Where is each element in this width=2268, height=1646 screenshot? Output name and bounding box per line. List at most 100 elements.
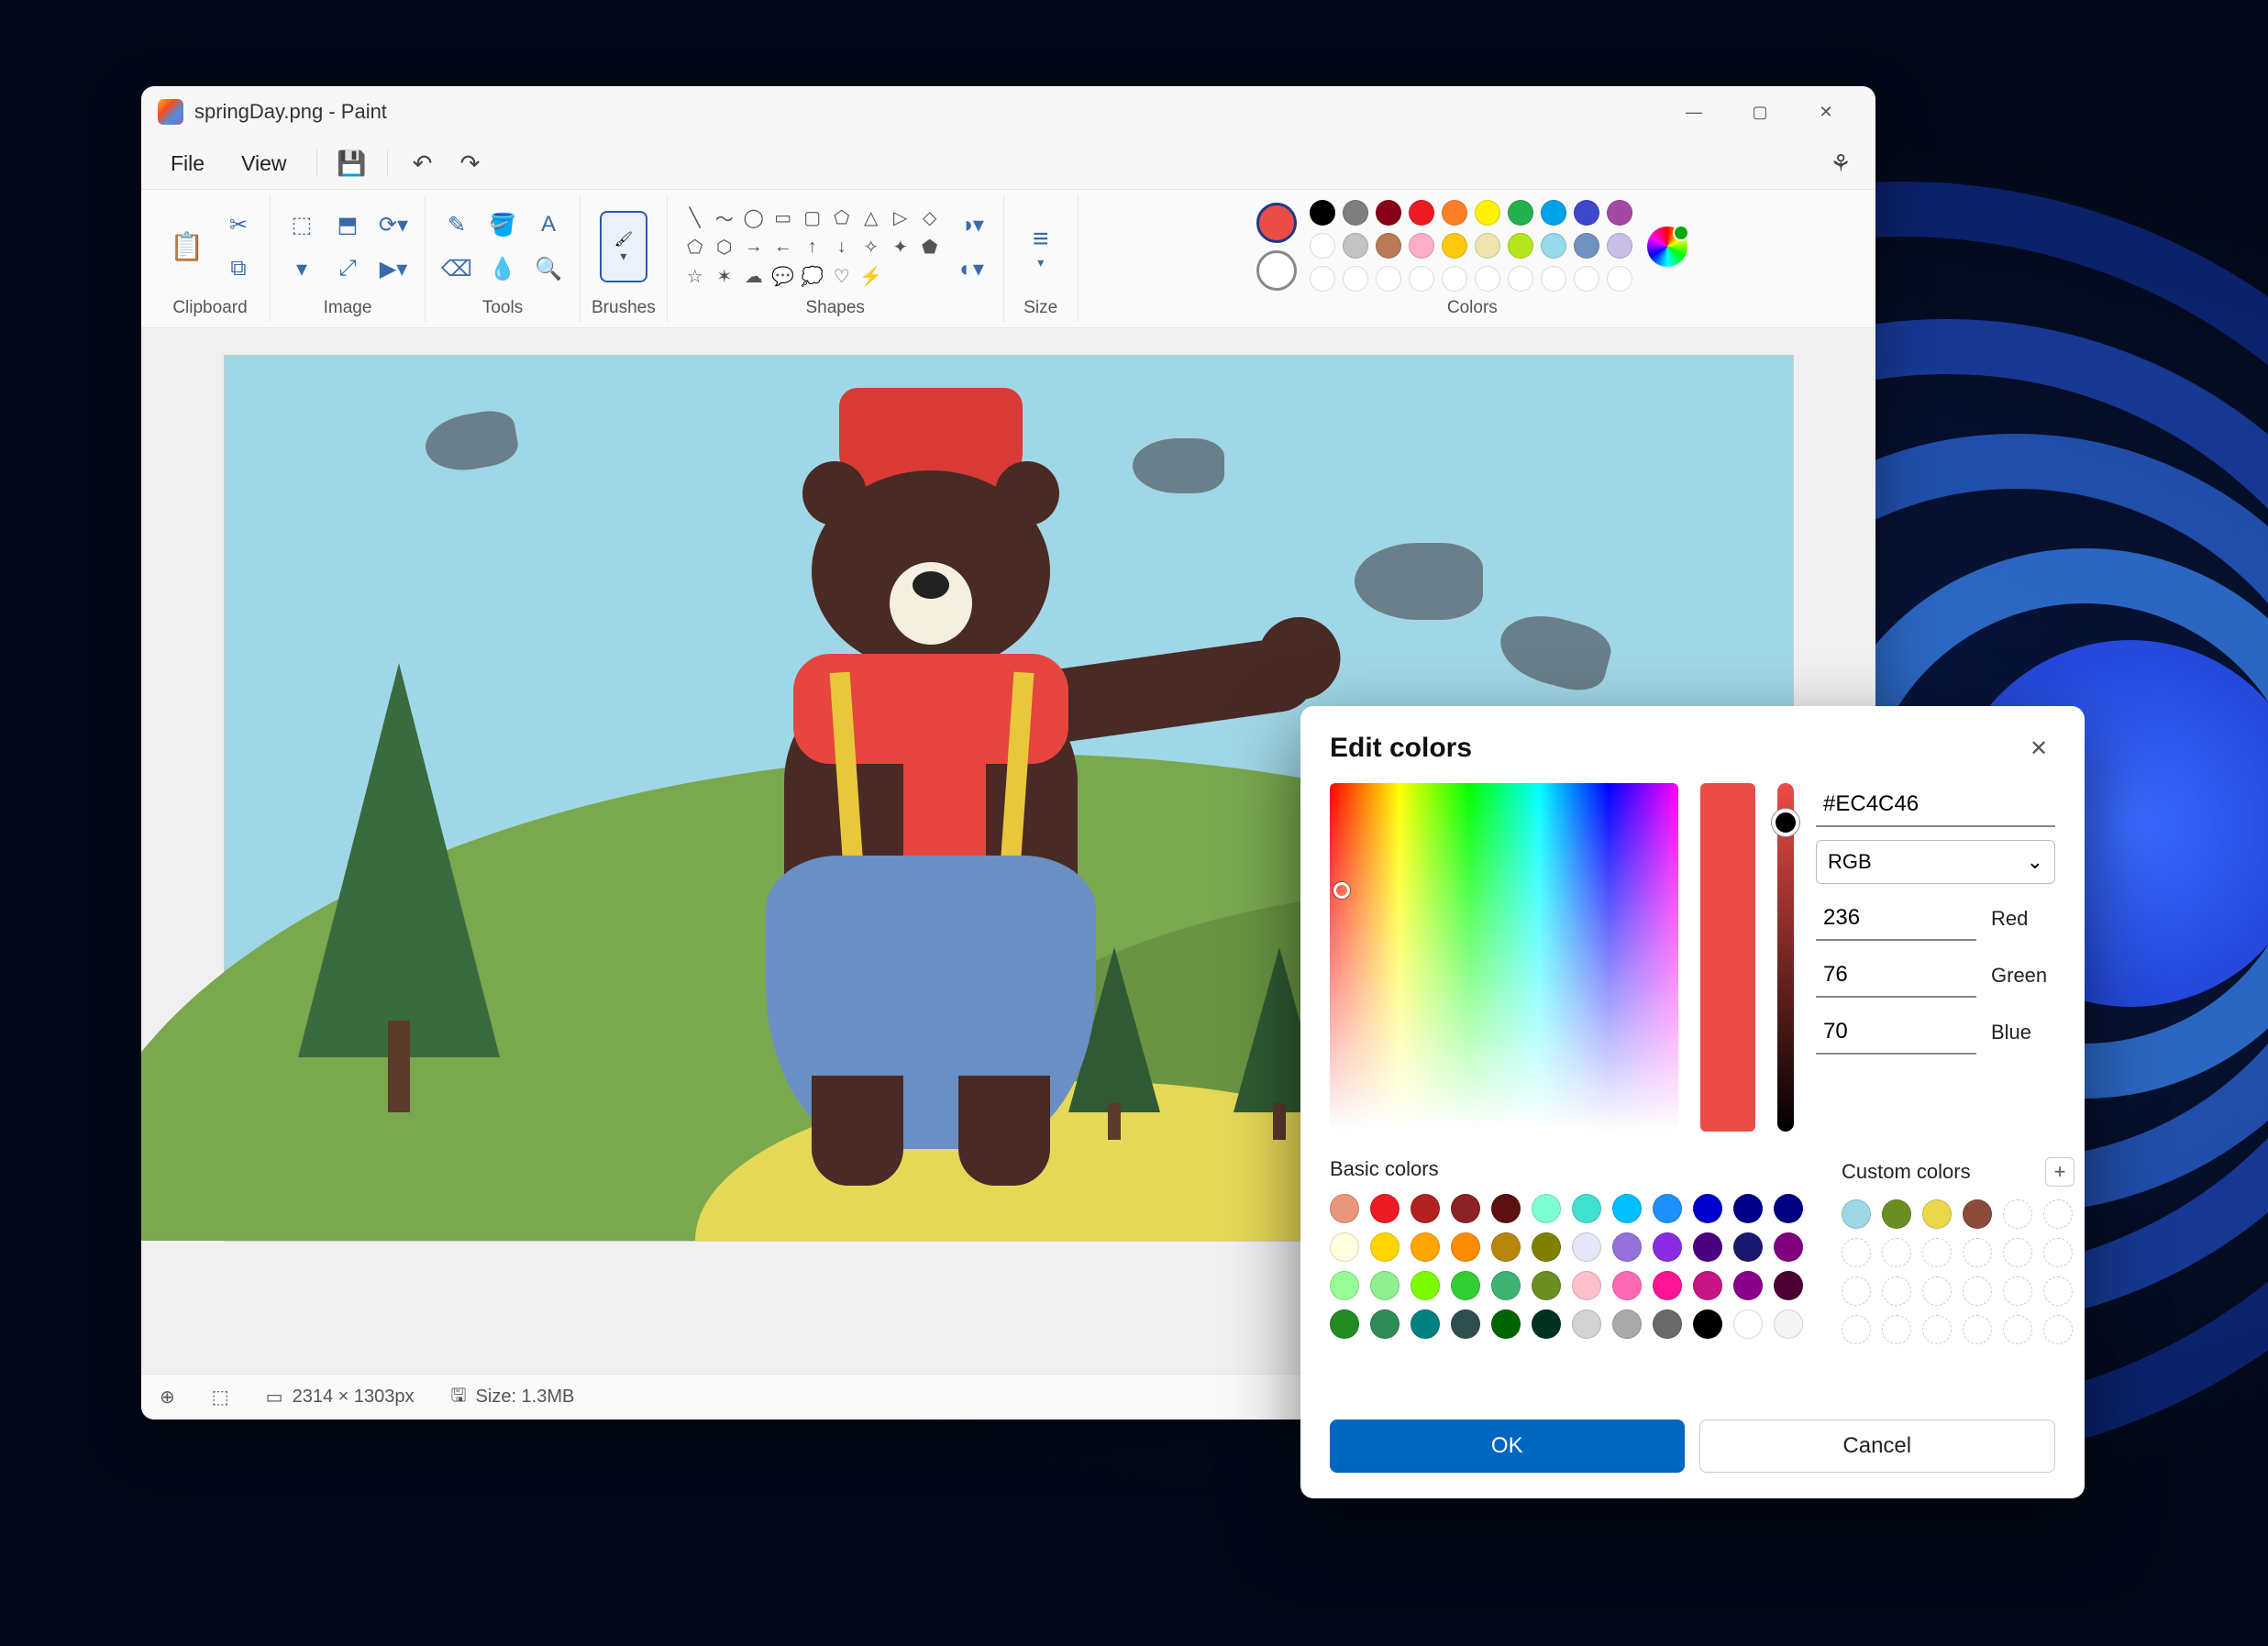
- palette-swatch-empty[interactable]: [1541, 266, 1566, 292]
- minimize-button[interactable]: ―: [1661, 90, 1727, 134]
- undo-icon[interactable]: ↶: [403, 143, 443, 183]
- custom-color-empty[interactable]: [1882, 1315, 1911, 1344]
- palette-swatch-empty[interactable]: [1310, 266, 1335, 292]
- crop-button[interactable]: ⬒: [327, 204, 368, 245]
- flip-button[interactable]: ▶▾: [373, 249, 414, 289]
- menu-file[interactable]: File: [156, 144, 219, 183]
- hex-input[interactable]: [1816, 783, 2055, 827]
- text-tool[interactable]: A: [528, 204, 569, 245]
- titlebar[interactable]: springDay.png - Paint ― ▢ ✕: [141, 86, 1875, 138]
- custom-color-empty[interactable]: [1922, 1276, 1952, 1306]
- ok-button[interactable]: OK: [1330, 1420, 1685, 1473]
- custom-color-empty[interactable]: [2043, 1276, 2073, 1306]
- custom-color-empty[interactable]: [2003, 1315, 2032, 1344]
- basic-color-swatch[interactable]: [1532, 1194, 1561, 1223]
- basic-color-swatch[interactable]: [1572, 1309, 1601, 1339]
- palette-swatch[interactable]: [1310, 233, 1335, 259]
- edit-colors-button[interactable]: [1647, 226, 1687, 267]
- paste-button[interactable]: 📋: [161, 214, 213, 280]
- custom-color-empty[interactable]: [2003, 1238, 2032, 1267]
- basic-color-swatch[interactable]: [1653, 1232, 1682, 1262]
- basic-color-swatch[interactable]: [1653, 1309, 1682, 1339]
- dialog-close-button[interactable]: ✕: [2022, 732, 2055, 765]
- basic-color-swatch[interactable]: [1572, 1271, 1601, 1300]
- copy-button[interactable]: ⧉: [218, 249, 259, 289]
- resize-button[interactable]: ⤢: [327, 249, 368, 289]
- custom-color-empty[interactable]: [2003, 1276, 2032, 1306]
- eyedropper-tool[interactable]: 💧: [482, 249, 523, 289]
- palette-swatch-empty[interactable]: [1409, 266, 1434, 292]
- palette-swatch[interactable]: [1475, 200, 1500, 226]
- custom-color-swatch[interactable]: [1922, 1199, 1952, 1229]
- basic-color-swatch[interactable]: [1774, 1309, 1803, 1339]
- palette-swatch[interactable]: [1442, 200, 1467, 226]
- basic-color-swatch[interactable]: [1572, 1194, 1601, 1223]
- basic-color-swatch[interactable]: [1653, 1271, 1682, 1300]
- basic-color-swatch[interactable]: [1491, 1194, 1521, 1223]
- close-button[interactable]: ✕: [1793, 90, 1859, 134]
- basic-color-swatch[interactable]: [1612, 1194, 1642, 1223]
- basic-color-swatch[interactable]: [1411, 1194, 1440, 1223]
- basic-color-swatch[interactable]: [1733, 1232, 1763, 1262]
- basic-color-swatch[interactable]: [1693, 1232, 1722, 1262]
- palette-swatch[interactable]: [1376, 233, 1401, 259]
- basic-color-swatch[interactable]: [1451, 1309, 1480, 1339]
- palette-swatch-empty[interactable]: [1376, 266, 1401, 292]
- menu-view[interactable]: View: [227, 144, 301, 183]
- basic-color-swatch[interactable]: [1370, 1271, 1400, 1300]
- palette-swatch-empty[interactable]: [1475, 266, 1500, 292]
- basic-color-swatch[interactable]: [1733, 1309, 1763, 1339]
- custom-color-empty[interactable]: [1882, 1238, 1911, 1267]
- add-custom-color-button[interactable]: +: [2045, 1157, 2074, 1187]
- redo-icon[interactable]: ↷: [450, 143, 491, 183]
- custom-color-empty[interactable]: [2003, 1199, 2032, 1229]
- color-2[interactable]: [1256, 250, 1297, 291]
- custom-color-empty[interactable]: [2043, 1199, 2073, 1229]
- custom-color-empty[interactable]: [1842, 1238, 1871, 1267]
- basic-color-swatch[interactable]: [1693, 1309, 1722, 1339]
- basic-color-swatch[interactable]: [1532, 1232, 1561, 1262]
- basic-color-swatch[interactable]: [1693, 1271, 1722, 1300]
- custom-color-swatch[interactable]: [1882, 1199, 1911, 1229]
- palette-swatch[interactable]: [1541, 233, 1566, 259]
- palette-swatch[interactable]: [1442, 233, 1467, 259]
- magnifier-tool[interactable]: 🔍: [528, 249, 569, 289]
- lightness-thumb[interactable]: [1772, 809, 1799, 836]
- basic-color-swatch[interactable]: [1693, 1194, 1722, 1223]
- basic-color-swatch[interactable]: [1411, 1309, 1440, 1339]
- share-icon[interactable]: ⚘: [1820, 143, 1861, 183]
- basic-color-swatch[interactable]: [1612, 1232, 1642, 1262]
- palette-swatch[interactable]: [1475, 233, 1500, 259]
- color-1[interactable]: [1256, 203, 1297, 243]
- basic-color-swatch[interactable]: [1491, 1309, 1521, 1339]
- lightness-slider[interactable]: [1777, 783, 1794, 1132]
- palette-swatch[interactable]: [1607, 233, 1632, 259]
- custom-color-empty[interactable]: [1922, 1315, 1952, 1344]
- basic-color-swatch[interactable]: [1330, 1271, 1359, 1300]
- basic-color-swatch[interactable]: [1532, 1309, 1561, 1339]
- custom-color-empty[interactable]: [1963, 1276, 1992, 1306]
- basic-color-swatch[interactable]: [1370, 1309, 1400, 1339]
- select-dropdown[interactable]: ▾: [282, 249, 322, 289]
- palette-swatch-empty[interactable]: [1343, 266, 1368, 292]
- basic-color-swatch[interactable]: [1612, 1309, 1642, 1339]
- basic-color-swatch[interactable]: [1612, 1271, 1642, 1300]
- custom-color-swatch[interactable]: [1963, 1199, 1992, 1229]
- custom-color-empty[interactable]: [1882, 1276, 1911, 1306]
- basic-color-swatch[interactable]: [1491, 1232, 1521, 1262]
- palette-swatch[interactable]: [1574, 200, 1599, 226]
- palette-swatch[interactable]: [1409, 200, 1434, 226]
- custom-color-empty[interactable]: [1963, 1238, 1992, 1267]
- custom-color-empty[interactable]: [2043, 1238, 2073, 1267]
- basic-color-swatch[interactable]: [1411, 1271, 1440, 1300]
- cut-button[interactable]: ✂: [218, 204, 259, 245]
- basic-color-swatch[interactable]: [1733, 1271, 1763, 1300]
- color-gradient[interactable]: [1330, 783, 1678, 1132]
- basic-color-swatch[interactable]: [1451, 1271, 1480, 1300]
- fill-tool[interactable]: 🪣: [482, 204, 523, 245]
- basic-color-swatch[interactable]: [1370, 1232, 1400, 1262]
- maximize-button[interactable]: ▢: [1727, 90, 1793, 134]
- palette-swatch[interactable]: [1607, 200, 1632, 226]
- custom-color-empty[interactable]: [1842, 1315, 1871, 1344]
- basic-color-swatch[interactable]: [1491, 1271, 1521, 1300]
